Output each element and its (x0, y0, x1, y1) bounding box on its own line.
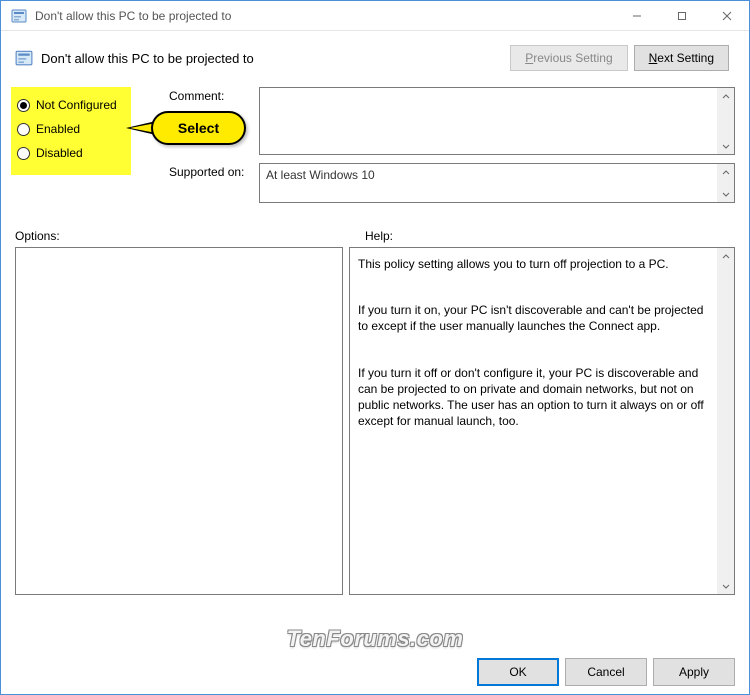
ok-button[interactable]: OK (477, 658, 559, 686)
apply-button[interactable]: Apply (653, 658, 735, 686)
state-radios: Not Configured Enabled Disabled Select (11, 87, 159, 211)
titlebar: Don't allow this PC to be projected to (1, 1, 749, 31)
chevron-down-icon[interactable] (717, 185, 734, 202)
help-text: If you turn it on, your PC isn't discove… (358, 302, 710, 334)
minimize-button[interactable] (614, 1, 659, 30)
policy-icon (15, 49, 33, 67)
radio-label: Not Configured (36, 98, 117, 112)
close-button[interactable] (704, 1, 749, 30)
scrollbar[interactable] (717, 164, 734, 202)
watermark: TenForums.com (1, 626, 749, 652)
help-panel: This policy setting allows you to turn o… (349, 247, 735, 595)
radio-icon (17, 147, 30, 160)
policy-title: Don't allow this PC to be projected to (41, 51, 510, 66)
radio-not-configured[interactable]: Not Configured (15, 93, 125, 117)
radio-label: Enabled (36, 122, 80, 136)
chevron-up-icon[interactable] (717, 248, 734, 265)
help-label: Help: (365, 229, 735, 243)
help-text: This policy setting allows you to turn o… (358, 256, 710, 272)
options-panel (15, 247, 343, 595)
scrollbar[interactable] (717, 88, 734, 154)
chevron-up-icon[interactable] (717, 88, 734, 105)
radio-label: Disabled (36, 146, 83, 160)
supported-value: At least Windows 10 (266, 168, 375, 182)
radio-icon (17, 99, 30, 112)
header-row: Don't allow this PC to be projected to P… (1, 31, 749, 81)
help-text: If you turn it off or don't configure it… (358, 365, 710, 430)
radio-disabled[interactable]: Disabled (15, 141, 125, 165)
comment-label: Comment: (169, 87, 259, 103)
chevron-down-icon[interactable] (717, 137, 734, 154)
previous-setting-button: Previous Setting (510, 45, 627, 71)
supported-field: At least Windows 10 (259, 163, 735, 203)
maximize-button[interactable] (659, 1, 704, 30)
comment-field[interactable] (259, 87, 735, 155)
scrollbar[interactable] (717, 248, 734, 594)
footer-buttons: OK Cancel Apply (477, 658, 735, 686)
radio-enabled[interactable]: Enabled (15, 117, 125, 141)
window-title: Don't allow this PC to be projected to (35, 9, 614, 23)
radio-icon (17, 123, 30, 136)
options-label: Options: (15, 229, 365, 243)
chevron-down-icon[interactable] (717, 577, 734, 594)
next-setting-button[interactable]: Next Setting (634, 45, 729, 71)
policy-icon (11, 8, 27, 24)
chevron-up-icon[interactable] (717, 164, 734, 181)
cancel-button[interactable]: Cancel (565, 658, 647, 686)
supported-label: Supported on: (169, 163, 259, 179)
